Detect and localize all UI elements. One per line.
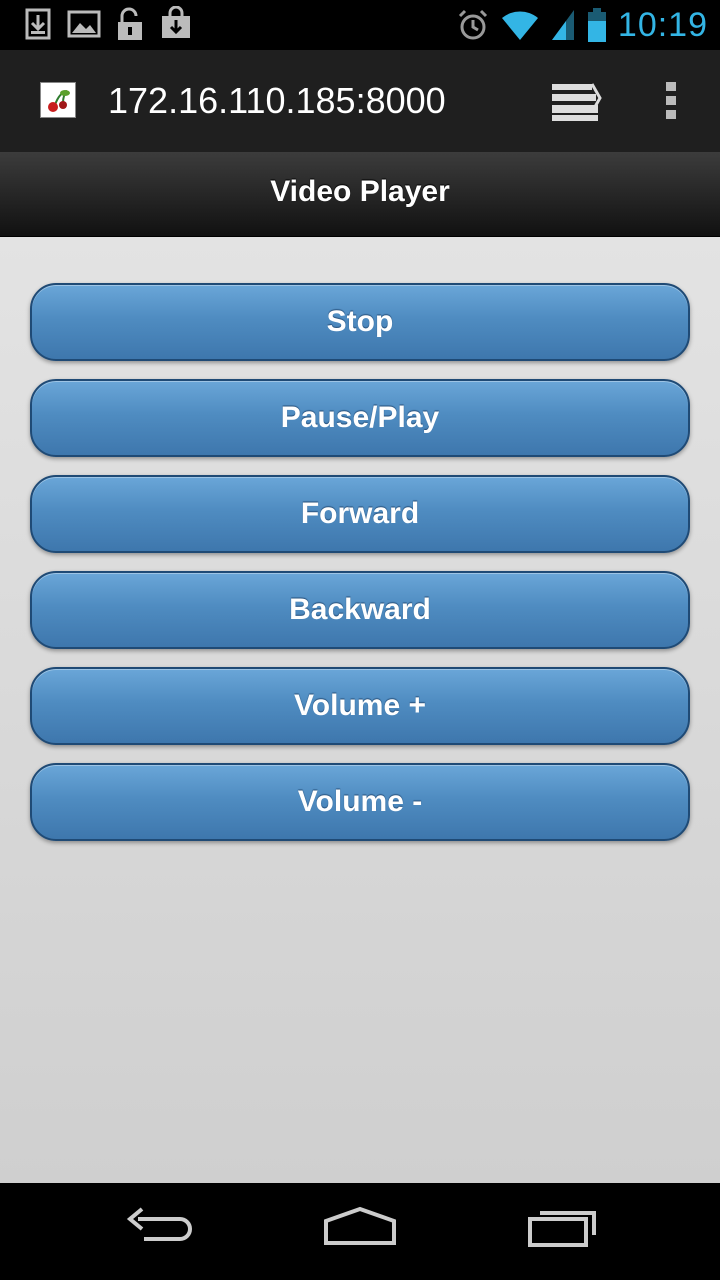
home-icon[interactable] bbox=[322, 1205, 398, 1249]
alarm-icon bbox=[458, 9, 487, 40]
url-field[interactable]: 172.16.110.185:8000 bbox=[108, 80, 446, 122]
tabs-icon[interactable] bbox=[548, 78, 604, 124]
page-title: Video Player bbox=[270, 175, 450, 208]
volume-down-button[interactable]: Volume - bbox=[30, 763, 690, 841]
volume-up-button[interactable]: Volume + bbox=[30, 667, 690, 745]
store-download-notification-icon bbox=[162, 6, 190, 38]
navigation-bar bbox=[0, 1183, 720, 1280]
app-header: Video Player bbox=[0, 152, 720, 237]
browser-toolbar: 172.16.110.185:8000 bbox=[0, 50, 720, 152]
download-notification-icon bbox=[25, 8, 51, 40]
system-icons: 10:19 bbox=[456, 0, 708, 50]
recent-apps-icon[interactable] bbox=[526, 1205, 600, 1249]
overflow-menu-icon[interactable] bbox=[656, 76, 686, 126]
clock: 10:19 bbox=[617, 5, 708, 44]
status-bar: 10:19 bbox=[0, 0, 720, 50]
stop-button[interactable]: Stop bbox=[30, 283, 690, 361]
image-notification-icon bbox=[67, 10, 101, 38]
pause-play-button[interactable]: Pause/Play bbox=[30, 379, 690, 457]
unlock-notification-icon bbox=[118, 7, 142, 40]
signal-icon bbox=[551, 10, 574, 40]
wifi-icon bbox=[501, 11, 538, 40]
cherry-favicon-icon bbox=[40, 82, 76, 118]
notification-icons bbox=[20, 6, 194, 42]
backward-button[interactable]: Backward bbox=[30, 571, 690, 649]
forward-button[interactable]: Forward bbox=[30, 475, 690, 553]
battery-icon bbox=[587, 8, 606, 42]
main-content: Stop Pause/Play Forward Backward Volume … bbox=[0, 237, 720, 1183]
back-icon[interactable] bbox=[124, 1205, 196, 1249]
